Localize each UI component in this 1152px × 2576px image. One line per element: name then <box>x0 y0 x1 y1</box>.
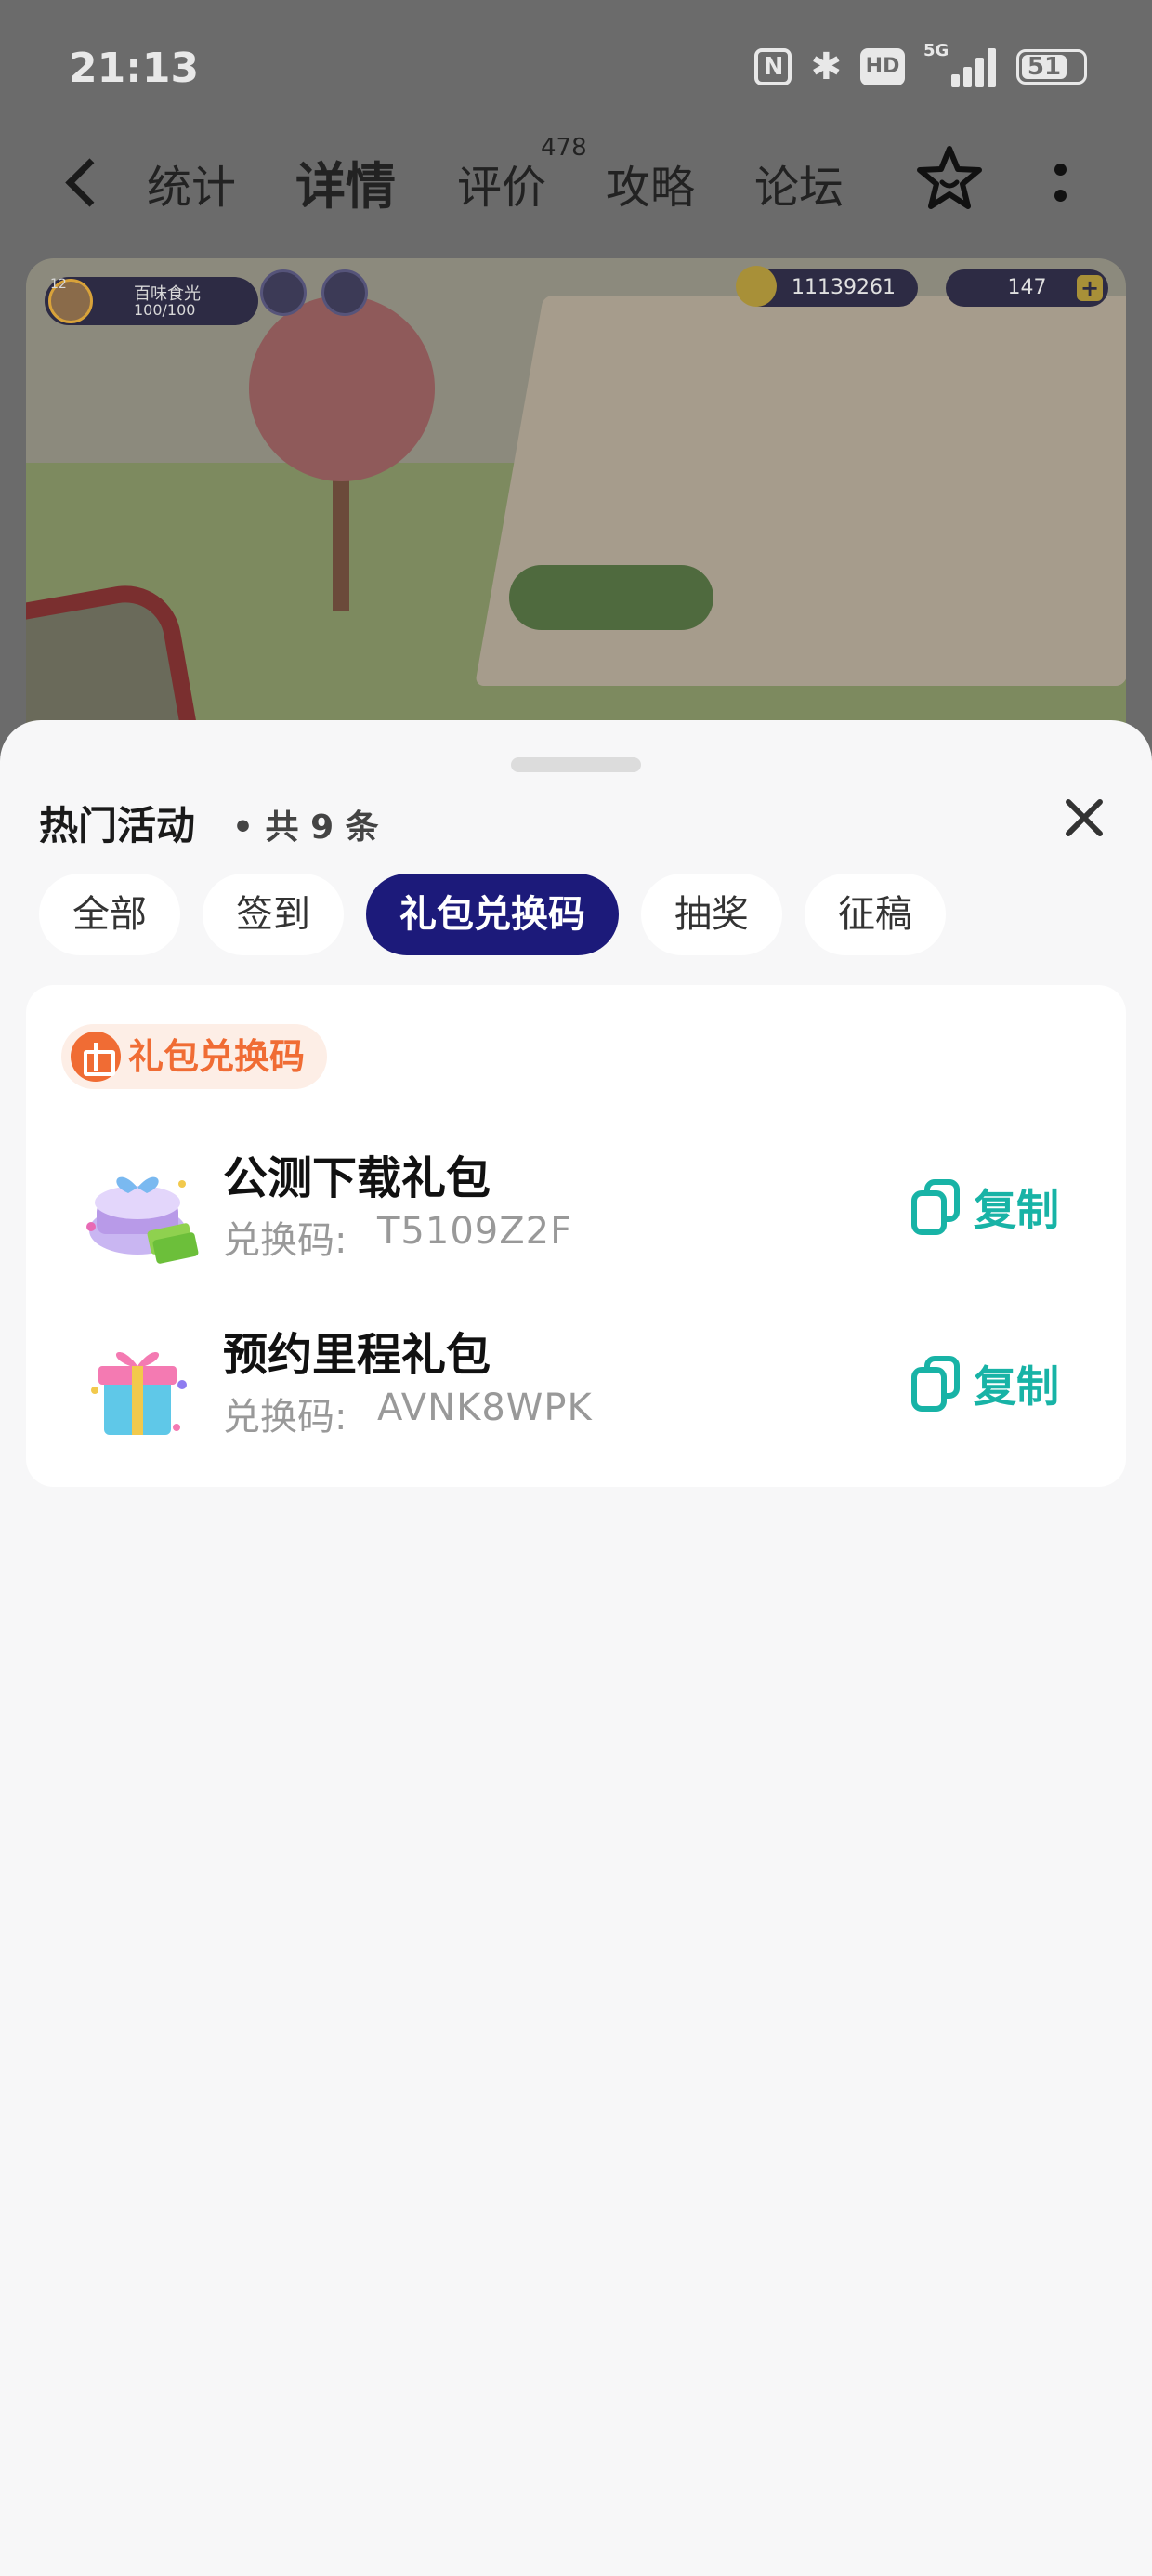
filter-chip-all[interactable]: 全部 <box>39 874 180 955</box>
gift-code-label: 兑换码: <box>223 1219 347 1262</box>
player-level: 12 <box>50 277 67 292</box>
hud-box-icon <box>260 269 307 316</box>
status-bar: 21:13 N ✱ HD 5G 51 <box>0 0 1152 130</box>
sheet-drag-handle[interactable] <box>511 757 641 772</box>
coin-counter: 11139261 <box>736 266 918 307</box>
battery-icon: 51 <box>1016 49 1087 85</box>
filter-chip-submissions[interactable]: 征稿 <box>805 874 946 955</box>
status-time: 21:13 <box>69 45 200 92</box>
reviews-count-badge: 478 <box>541 134 587 162</box>
gift-icon <box>71 1032 121 1082</box>
gift-code-value: AVNK8WPK <box>377 1387 593 1429</box>
back-icon[interactable] <box>56 149 111 214</box>
gift-row: 预约里程礼包 兑换码: AVNK8WPK 复制 <box>26 1312 1126 1470</box>
copy-label: 复制 <box>974 1185 1059 1235</box>
copy-button[interactable]: 复制 <box>910 1347 1087 1422</box>
player-hud: 12 百味食光 100/100 <box>45 277 258 325</box>
filter-chip-lottery[interactable]: 抽奖 <box>641 874 782 955</box>
top-nav: 统计 详情 评价 478 攻略 论坛 <box>0 130 1152 232</box>
bluetooth-icon: ✱ <box>810 46 842 88</box>
nfc-icon: N <box>754 48 792 85</box>
tab-guides[interactable]: 攻略 <box>606 151 695 216</box>
gift-box-image <box>86 1176 199 1264</box>
game-screenshot: 12 百味食光 100/100 11139261 147 <box>26 258 1126 799</box>
cash-counter: 147 <box>946 269 1108 307</box>
hud-cube-icon <box>321 269 368 316</box>
gift-code-card: 礼包兑换码 公测下载礼包 兑换码: T5109Z2F 复制 预约里程礼包 兑换码… <box>26 985 1126 1487</box>
more-icon[interactable] <box>1050 158 1070 214</box>
gift-name: 预约里程礼包 <box>223 1329 491 1381</box>
sheet-title: 热门活动 <box>39 803 196 848</box>
backdrop-overlay[interactable]: 21:13 N ✱ HD 5G 51 统计 详情 评价 478 攻略 论坛 12… <box>0 0 1152 799</box>
gift-box-image <box>91 1352 187 1435</box>
tab-details[interactable]: 详情 <box>290 145 401 220</box>
filter-chip-checkin[interactable]: 签到 <box>203 874 344 955</box>
status-icons: N ✱ HD 5G 51 <box>754 41 1087 88</box>
sheet-count: • 共 9 条 <box>232 808 379 847</box>
filter-chip-gift-codes[interactable]: 礼包兑换码 <box>366 874 619 955</box>
gift-code-label: 兑换码: <box>223 1396 347 1439</box>
gift-row: 公测下载礼包 兑换码: T5109Z2F 复制 <box>26 1136 1126 1294</box>
player-energy: 100/100 <box>134 301 196 319</box>
hd-icon: HD <box>860 48 905 85</box>
copy-icon <box>911 1179 960 1235</box>
battery-level: 51 <box>1022 55 1067 79</box>
signal-icon: 5G <box>923 41 998 87</box>
gift-code-tag: 礼包兑换码 <box>61 1024 328 1089</box>
copy-button[interactable]: 复制 <box>910 1171 1087 1245</box>
gift-code-value: T5109Z2F <box>377 1210 573 1253</box>
tab-stats[interactable]: 统计 <box>147 151 236 216</box>
star-icon[interactable] <box>912 141 987 216</box>
filter-chips: 全部 签到 礼包兑换码 抽奖 征稿 <box>39 874 946 955</box>
gift-code-tag-label: 礼包兑换码 <box>128 1036 306 1077</box>
gift-name: 公测下载礼包 <box>223 1152 491 1204</box>
copy-label: 复制 <box>974 1361 1059 1412</box>
tab-forum[interactable]: 论坛 <box>754 151 844 216</box>
tab-reviews[interactable]: 评价 <box>457 151 546 216</box>
network-tag: 5G <box>923 41 949 60</box>
close-icon[interactable] <box>1059 793 1109 843</box>
copy-icon <box>911 1356 960 1412</box>
activities-sheet: 热门活动 • 共 9 条 全部 签到 礼包兑换码 抽奖 征稿 礼包兑换码 公测下… <box>0 720 1152 2576</box>
